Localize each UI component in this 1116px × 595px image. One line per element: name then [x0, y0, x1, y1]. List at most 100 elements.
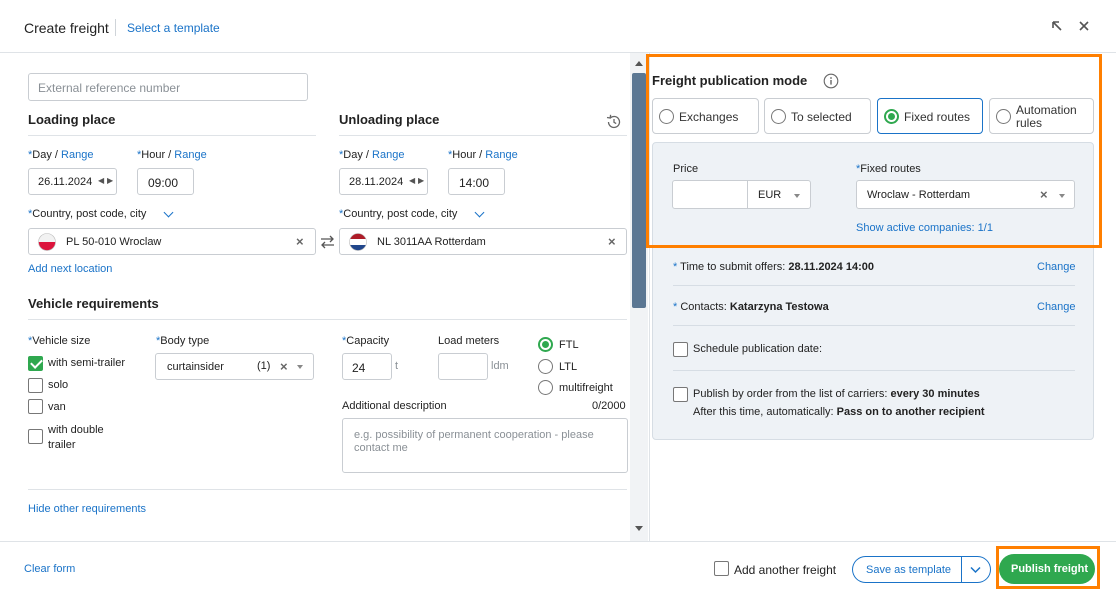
after-time: After this time, automatically: Pass on …	[693, 406, 985, 418]
publish-by-order-label: Publish by order from the list of carrie…	[693, 388, 891, 400]
contacts-divider	[673, 325, 1075, 326]
loading-location-input[interactable]: PL 50-010 Wroclaw ×	[28, 228, 316, 255]
header-divider	[115, 19, 116, 36]
history-icon[interactable]	[605, 113, 623, 131]
time-divider	[673, 285, 1075, 286]
save-as-template-button[interactable]: Save as template	[852, 556, 961, 583]
scroll-down-icon[interactable]	[635, 526, 643, 531]
body-type-value: curtainsider	[167, 361, 224, 373]
radio-ftl[interactable]	[538, 337, 553, 352]
close-icon[interactable]	[1077, 19, 1091, 33]
external-reference-placeholder: External reference number	[38, 81, 181, 95]
checkbox-add-another-freight[interactable]	[714, 561, 729, 576]
unloading-hour-input[interactable]: 14:00	[448, 168, 505, 195]
contacts-label: Contacts:	[680, 301, 730, 313]
select-template-link[interactable]: Select a template	[127, 21, 220, 35]
checkbox-van[interactable]	[28, 399, 43, 414]
capacity-input[interactable]: 24	[342, 353, 392, 380]
netherlands-flag-icon	[349, 233, 367, 251]
vehicle-size-label: *Vehicle size	[28, 335, 91, 347]
body-type-select[interactable]: curtainsider (1) ×	[155, 353, 314, 380]
unloading-location-value: NL 3011AA Rotterdam	[377, 236, 486, 248]
contacts-value: Katarzyna Testowa	[729, 301, 829, 313]
unloading-hour-range-link[interactable]: Range	[485, 149, 517, 161]
load-meters-unit: ldm	[491, 360, 509, 372]
swap-icon[interactable]	[320, 235, 335, 249]
unloading-location-input[interactable]: NL 3011AA Rotterdam ×	[339, 228, 627, 255]
contacts: * Contacts: Katarzyna Testowa	[673, 301, 829, 313]
publish-by-order: Publish by order from the list of carrie…	[693, 388, 980, 400]
unloading-country-chevron-icon[interactable]	[474, 207, 485, 218]
save-as-template-label: Save as template	[866, 564, 951, 576]
minimize-icon[interactable]	[1050, 19, 1064, 33]
schedule-divider	[673, 370, 1075, 371]
capacity-unit: t	[395, 360, 399, 372]
unloading-hour-label: *Hour / Range	[448, 149, 518, 161]
chevron-down-icon	[970, 566, 981, 574]
capacity-value: 24	[352, 361, 366, 375]
loading-country-chevron-icon[interactable]	[163, 207, 174, 218]
change-time-link[interactable]: Change	[1037, 261, 1076, 273]
scroll-up-icon[interactable]	[635, 61, 643, 66]
external-reference-input[interactable]: External reference number	[28, 73, 308, 101]
publication-highlight-frame	[646, 54, 1102, 248]
checkbox-schedule-publication[interactable]	[673, 342, 688, 357]
additional-description-textarea[interactable]: e.g. possibility of permanent cooperatio…	[342, 418, 628, 473]
solo-label: solo	[48, 379, 69, 391]
load-meters-input[interactable]	[438, 353, 488, 380]
date-next-icon[interactable]: ▶	[107, 176, 113, 185]
loading-date-value: 26.11.2024	[38, 176, 93, 188]
loading-hour-range-link[interactable]: Range	[174, 149, 206, 161]
date-prev-icon[interactable]: ◀	[409, 176, 415, 185]
add-next-location-link[interactable]: Add next location	[28, 263, 112, 275]
after-time-label: After this time, automatically:	[693, 406, 837, 418]
dialog-header: Create freight Select a template	[0, 0, 1116, 53]
loading-hour-label: *Hour / Range	[137, 149, 207, 161]
checkbox-solo[interactable]	[28, 378, 43, 393]
loading-country-label[interactable]: *Country, post code, city	[28, 208, 146, 220]
add-another-freight-label: Add another freight	[734, 563, 837, 577]
radio-ltl[interactable]	[538, 359, 553, 374]
hide-requirements-link[interactable]: Hide other requirements	[28, 503, 146, 515]
loading-hour-input[interactable]: 09:00	[137, 168, 194, 195]
unloading-date-input[interactable]: 28.11.2024 ◀ ▶	[339, 168, 428, 195]
unloading-date-value: 28.11.2024	[349, 176, 404, 188]
checkbox-double-trailer[interactable]	[28, 429, 43, 444]
body-type-text: Body type	[160, 335, 210, 347]
loading-clear-icon[interactable]: ×	[296, 234, 304, 249]
loading-country-text: Country, post code, city	[32, 208, 147, 220]
unloading-clear-icon[interactable]: ×	[608, 234, 616, 249]
checkbox-publish-by-order[interactable]	[673, 387, 688, 402]
checkbox-semi-trailer[interactable]	[28, 356, 43, 371]
body-type-clear-icon[interactable]: ×	[280, 359, 288, 374]
scrollbar-thumb[interactable]	[632, 73, 646, 308]
unloading-hour-value: 14:00	[459, 176, 490, 190]
additional-description-count: 0/2000	[592, 400, 626, 412]
unloading-country-text: Country, post code, city	[343, 208, 458, 220]
unloading-country-label[interactable]: *Country, post code, city	[339, 208, 457, 220]
schedule-publication-label: Schedule publication date:	[693, 343, 823, 355]
capacity-text: Capacity	[346, 335, 390, 347]
body-type-caret-icon[interactable]	[297, 365, 303, 369]
save-template-dropdown-button[interactable]	[961, 556, 991, 583]
publish-highlight-frame	[996, 546, 1100, 589]
loading-location-value: PL 50-010 Wroclaw	[66, 236, 162, 248]
loading-place-title: Loading place	[28, 112, 116, 127]
clear-form-link[interactable]: Clear form	[24, 563, 75, 575]
time-to-submit-value: 28.11.2024 14:00	[788, 261, 874, 273]
van-label: van	[48, 401, 66, 413]
date-prev-icon[interactable]: ◀	[98, 176, 104, 185]
unloading-hour-text: Hour	[452, 149, 477, 161]
date-next-icon[interactable]: ▶	[418, 176, 424, 185]
loading-range-link[interactable]: Range	[61, 149, 93, 161]
radio-multifreight[interactable]	[538, 380, 553, 395]
publish-by-order-value: every 30 minutes	[890, 388, 980, 400]
loading-date-input[interactable]: 26.11.2024 ◀ ▶	[28, 168, 117, 195]
unloading-range-link[interactable]: Range	[372, 149, 404, 161]
loading-hour-text: Hour	[141, 149, 166, 161]
unloading-day-text: Day	[343, 149, 363, 161]
dialog-title: Create freight	[24, 20, 109, 36]
loading-day-label: *Day / Range	[28, 149, 94, 161]
change-contacts-link[interactable]: Change	[1037, 301, 1076, 313]
double-trailer-label: with double trailer	[48, 424, 104, 451]
